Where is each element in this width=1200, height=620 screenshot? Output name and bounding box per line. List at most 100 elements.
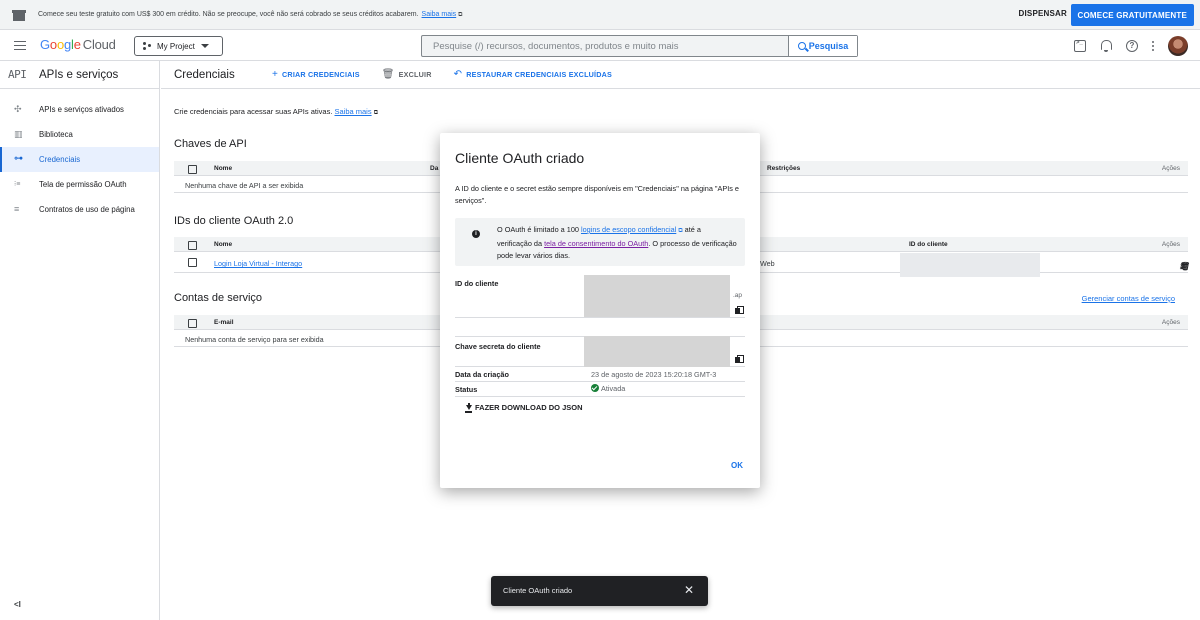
- agreement-icon: [14, 204, 24, 215]
- delete-button[interactable]: 🗑 EXCLUIR: [382, 69, 432, 80]
- gift-icon: [12, 9, 26, 21]
- creation-date-row: Data da criação 23 de agosto de 2023 15:…: [455, 367, 745, 382]
- sensitive-scope-link[interactable]: logins de escopo confidencial: [581, 225, 676, 234]
- ok-button[interactable]: OK: [731, 461, 743, 470]
- select-all-checkbox[interactable]: [188, 165, 197, 174]
- intro-text: Crie credenciais para acessar suas APIs …: [174, 107, 378, 117]
- download-json-button[interactable]: FAZER DOWNLOAD DO JSON: [464, 403, 583, 413]
- intro-learn-more-link[interactable]: Saiba mais: [335, 107, 372, 116]
- notifications-icon[interactable]: [1099, 39, 1113, 53]
- intro-sentence: Crie credenciais para acessar suas APIs …: [174, 107, 333, 116]
- project-selector[interactable]: My Project: [134, 36, 223, 56]
- search-bar[interactable]: Pesquise (/) recursos, documentos, produ…: [421, 35, 858, 57]
- col-actions: Ações: [1161, 165, 1180, 172]
- more-options-icon[interactable]: [1151, 39, 1155, 53]
- client-id-row: ID do cliente .ap: [455, 273, 745, 318]
- client-secret-redacted: [584, 336, 730, 367]
- close-icon[interactable]: ✕: [684, 583, 694, 597]
- promo-message: Comece seu teste gratuito com US$ 300 em…: [38, 11, 462, 19]
- service-accounts-title: Contas de serviço: [174, 292, 263, 304]
- select-all-checkbox[interactable]: [188, 241, 197, 250]
- promo-banner: Comece seu teste gratuito com US$ 300 em…: [0, 0, 1200, 30]
- oauth-client-link[interactable]: Login Loja Virtual - Interago: [214, 259, 302, 268]
- sidebar-item-oauth-consent[interactable]: Tela de permissão OAuth: [0, 172, 159, 197]
- trash-icon: 🗑: [381, 69, 395, 80]
- col-email: E-mail: [214, 319, 234, 326]
- search-icon: [797, 42, 806, 50]
- select-all-checkbox[interactable]: [188, 319, 197, 328]
- top-icons: ?: [1074, 36, 1188, 56]
- page-toolbar: Credenciais + CRIAR CREDENCIAIS 🗑 EXCLUIR …: [161, 61, 1200, 89]
- page-title: Credenciais: [174, 68, 235, 81]
- google-cloud-logo[interactable]: Google Cloud: [40, 37, 116, 52]
- sidebar-title: APIs e serviços: [39, 68, 119, 81]
- consent-screen-link[interactable]: tela de consentimento do OAuth: [544, 239, 648, 248]
- logo-letter: G: [40, 37, 50, 52]
- external-link-icon: ⧉: [458, 11, 463, 18]
- client-secret-row: Chave secreta do cliente: [455, 336, 745, 367]
- manage-service-accounts-link[interactable]: Gerenciar contas de serviço: [1082, 294, 1175, 303]
- sidebar-item-page-agreements[interactable]: Contratos de uso de página: [0, 197, 159, 222]
- client-type: Web: [760, 259, 775, 268]
- sidebar-header: API APIs e serviços: [0, 61, 159, 89]
- download-icon[interactable]: ⤓: [1180, 262, 1184, 272]
- key-icon: [14, 153, 24, 165]
- project-icon: [143, 42, 152, 50]
- col-restrictions: Restrições: [767, 165, 801, 172]
- col-client-id: ID do cliente: [909, 241, 948, 248]
- sidebar-item-label: Biblioteca: [39, 130, 73, 139]
- search-input[interactable]: Pesquise (/) recursos, documentos, produ…: [422, 41, 788, 52]
- logo-letter: o: [56, 37, 64, 52]
- copy-icon[interactable]: [735, 355, 744, 364]
- sidebar-item-credentials[interactable]: Credenciais: [0, 147, 159, 172]
- start-free-button[interactable]: COMECE GRATUITAMENTE: [1070, 4, 1194, 26]
- download-icon: [464, 403, 473, 413]
- menu-icon[interactable]: [14, 41, 26, 50]
- sidebar-item-label: Contratos de uso de página: [39, 205, 135, 214]
- sidebar-item-library[interactable]: Biblioteca: [0, 122, 159, 147]
- search-button-label: Pesquisa: [808, 41, 849, 51]
- create-credentials-button[interactable]: + CRIAR CREDENCIAIS: [272, 69, 360, 80]
- status-text: Ativada: [601, 384, 626, 393]
- cloud-shell-icon[interactable]: [1074, 40, 1086, 52]
- info-box: i O OAuth é limitado a 100 logins de esc…: [455, 218, 745, 266]
- col-name: Nome: [214, 241, 233, 248]
- sidebar: API APIs e serviços APIs e serviços ativ…: [0, 61, 160, 620]
- restore-credentials-button[interactable]: ↶ RESTAURAR CREDENCIAIS EXCLUÍDAS: [454, 69, 612, 80]
- restore-label: RESTAURAR CREDENCIAIS EXCLUÍDAS: [466, 70, 613, 79]
- collapse-sidebar-icon[interactable]: <I: [14, 600, 21, 609]
- help-icon[interactable]: ?: [1126, 40, 1138, 52]
- create-credentials-label: CRIAR CREDENCIAIS: [282, 70, 360, 79]
- avatar[interactable]: [1168, 36, 1188, 56]
- caret-down-icon: [200, 44, 209, 48]
- creation-date-label: Data da criação: [455, 370, 509, 379]
- check-circle-icon: [591, 384, 599, 392]
- library-icon: [14, 129, 24, 140]
- row-checkbox[interactable]: [188, 258, 197, 267]
- api-keys-title: Chaves de API: [174, 138, 247, 150]
- logo-cloud-text: Cloud: [82, 37, 116, 52]
- client-id-label: ID do cliente: [455, 279, 499, 288]
- project-name: My Project: [157, 41, 195, 51]
- logo-letter: o: [49, 37, 57, 52]
- col-date: Da: [430, 165, 439, 172]
- dismiss-button[interactable]: DISPENSAR: [1019, 9, 1067, 18]
- diamond-icon: [14, 104, 24, 115]
- logo-letter: g: [63, 37, 72, 52]
- undo-icon: ↶: [453, 69, 463, 80]
- promo-learn-more-link[interactable]: Saiba mais: [422, 11, 457, 18]
- dialog-description: A ID do cliente e o secret estão sempre …: [455, 184, 739, 205]
- sidebar-item-enabled-apis[interactable]: APIs e serviços ativados: [0, 97, 159, 122]
- sidebar-item-label: Tela de permissão OAuth: [39, 180, 127, 189]
- sidebar-item-label: APIs e serviços ativados: [39, 105, 124, 114]
- search-button[interactable]: Pesquisa: [788, 36, 857, 56]
- plus-icon: +: [272, 69, 279, 80]
- oauth-clients-title: IDs do cliente OAuth 2.0: [174, 215, 294, 227]
- client-id-redacted: [900, 253, 1040, 277]
- copy-icon[interactable]: [735, 306, 744, 315]
- status-row: Status Ativada: [455, 382, 745, 397]
- info-icon: i: [472, 230, 480, 238]
- logo-letter: e: [73, 37, 81, 52]
- client-secret-label: Chave secreta do cliente: [455, 342, 541, 351]
- status-value: Ativada: [591, 384, 625, 393]
